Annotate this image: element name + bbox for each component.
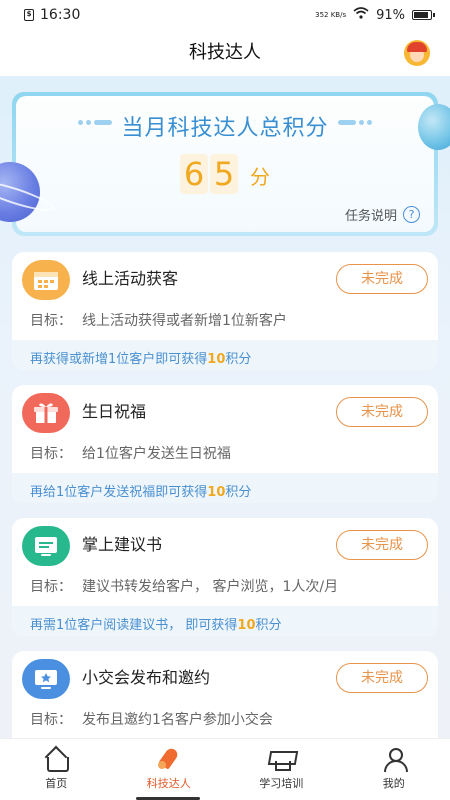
bottom-tab-bar: 首页 科技达人 学习培训 我的: [0, 738, 450, 800]
goal-label: 目标：: [30, 712, 72, 728]
task-goal: 目标： 发布且邀约1名客户参加小交会: [12, 705, 438, 738]
gift-icon: [22, 393, 70, 433]
goal-label: 目标：: [30, 579, 72, 595]
planet-decoration-icon: [0, 160, 57, 222]
task-goal: 目标： 线上活动获得或者新增1位新客户: [12, 306, 438, 340]
tab-label: 科技达人: [146, 777, 191, 790]
app-header: 科技达人: [0, 30, 450, 76]
clock: 16:30: [40, 7, 81, 23]
status-button[interactable]: 未完成: [336, 530, 428, 560]
reward-text: 再获得或新增1位客户即可获得: [30, 352, 208, 367]
status-button[interactable]: 未完成: [336, 397, 428, 427]
reward-points: 10: [207, 485, 226, 500]
task-reward-hint: 再获得或新增1位客户即可获得10积分: [12, 340, 438, 370]
tab-home[interactable]: 首页: [0, 739, 113, 800]
reward-points: 10: [237, 618, 256, 633]
tab-learning[interactable]: 学习培训: [225, 739, 338, 800]
task-help-label: 任务说明: [344, 209, 397, 224]
task-goal: 目标： 给1位客户发送生日祝福: [12, 439, 438, 473]
task-title: 线上活动获客: [82, 269, 179, 288]
tab-label: 首页: [45, 777, 68, 790]
task-card[interactable]: 线上活动获客 未完成 目标： 线上活动获得或者新增1位新客户 再获得或新增1位客户…: [12, 252, 438, 370]
tab-label: 学习培训: [259, 777, 304, 790]
score-digit: 6: [180, 154, 208, 194]
battery-icon: [412, 10, 435, 20]
goal-text: 给1位客户发送生日祝福: [82, 446, 231, 462]
battery-percent: 91%: [376, 7, 405, 23]
wifi-icon: [353, 7, 369, 23]
proposal-icon: [22, 526, 70, 566]
reward-text: 再给1位客户发送祝福即可获得: [30, 485, 208, 500]
home-icon: [43, 747, 70, 772]
task-reward-hint: 再给1位客户发送祝福即可获得10积分: [12, 473, 438, 503]
score-unit: 分: [250, 165, 270, 189]
tab-label: 我的: [382, 777, 405, 790]
goal-label: 目标：: [30, 446, 72, 462]
page-title: 科技达人: [189, 42, 261, 63]
goal-text: 建议书转发给客户， 客户浏览，1人次/月: [82, 579, 339, 595]
task-title: 生日祝福: [82, 402, 147, 421]
tab-tech-expert[interactable]: 科技达人: [113, 739, 226, 800]
task-title: 小交会发布和邀约: [82, 668, 211, 687]
status-button[interactable]: 未完成: [336, 264, 428, 294]
decor-dots-right: [338, 120, 372, 125]
reward-points: 10: [207, 352, 226, 367]
task-card[interactable]: 生日祝福 未完成 目标： 给1位客户发送生日祝福 再给1位客户发送祝福即可获得10…: [12, 385, 438, 503]
task-card[interactable]: 掌上建议书 未完成 目标： 建议书转发给客户， 客户浏览，1人次/月 再需1位客户…: [12, 518, 438, 636]
task-help-link[interactable]: 任务说明 ?: [345, 205, 420, 224]
reward-unit: 积分: [225, 485, 252, 500]
tab-mine[interactable]: 我的: [338, 739, 450, 800]
status-bar: $ 16:30 352 KB/s 91%: [0, 0, 450, 30]
status-button[interactable]: 未完成: [336, 663, 428, 693]
score-value: 6 5 分: [16, 154, 434, 194]
goal-label: 目标：: [30, 313, 72, 329]
content-area[interactable]: 当月科技达人总积分 6 5 分 任务说明 ? 线上活动获客 未完成 目标： 线上活…: [0, 76, 450, 738]
network-speed: 352 KB/s: [315, 11, 347, 19]
notification-icon: $: [24, 9, 34, 21]
reward-unit: 积分: [255, 618, 282, 633]
user-icon: [381, 747, 408, 772]
score-title: 当月科技达人总积分: [121, 116, 329, 141]
task-reward-hint: 再需1位客户阅读建议书， 即可获得10积分: [12, 606, 438, 636]
presentation-icon: [22, 659, 70, 699]
graduation-cap-icon: [268, 747, 294, 771]
avatar[interactable]: [404, 40, 430, 66]
score-panel: 当月科技达人总积分 6 5 分 任务说明 ?: [12, 92, 438, 236]
score-digit: 5: [210, 154, 238, 194]
task-goal: 目标： 建议书转发给客户， 客户浏览，1人次/月: [12, 572, 438, 606]
task-card[interactable]: 小交会发布和邀约 未完成 目标： 发布且邀约1名客户参加小交会: [12, 651, 438, 738]
planet-small-decoration-icon: [418, 104, 450, 150]
goal-text: 发布且邀约1名客户参加小交会: [82, 712, 273, 728]
rocket-icon: [156, 747, 182, 771]
reward-text: 再需1位客户阅读建议书， 即可获得: [30, 618, 238, 633]
goal-text: 线上活动获得或者新增1位新客户: [82, 313, 287, 329]
reward-unit: 积分: [225, 352, 252, 367]
task-title: 掌上建议书: [82, 535, 163, 554]
help-icon: ?: [403, 206, 420, 223]
calendar-icon: [22, 260, 70, 300]
